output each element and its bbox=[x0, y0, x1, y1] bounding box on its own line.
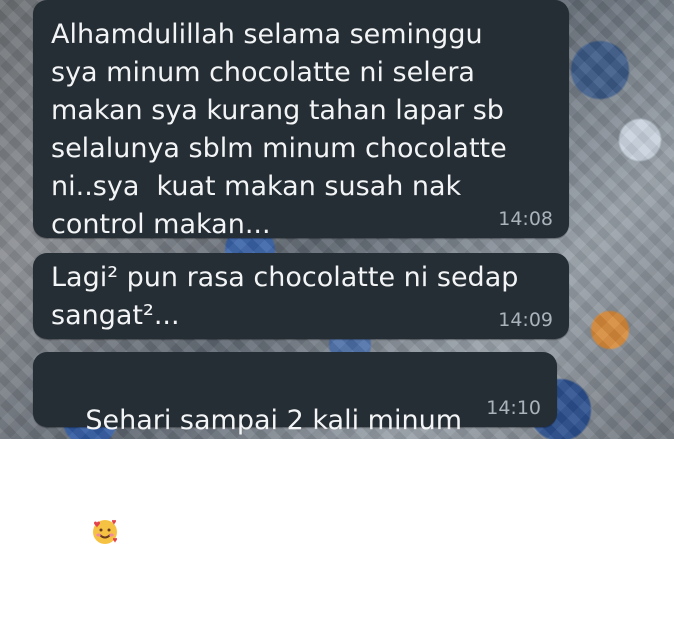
message-bubble-2[interactable]: Lagi² pun rasa chocolatte ni sedap sanga… bbox=[33, 253, 569, 339]
message-text-1: Alhamdulillah selama seminggu sya minum … bbox=[51, 19, 516, 240]
message-text-3-content: Sehari sampai 2 kali minum bbox=[85, 405, 462, 436]
smiling-face-with-hearts-icon bbox=[89, 440, 121, 544]
message-bubble-1[interactable]: Alhamdulillah selama seminggu sya minum … bbox=[33, 0, 569, 240]
message-time-1: 14:08 bbox=[498, 208, 553, 230]
message-time-3: 14:10 bbox=[486, 397, 541, 419]
message-text-3: Sehari sampai 2 kali minum bbox=[51, 364, 479, 629]
message-text-2: Lagi² pun rasa chocolatte ni sedap sanga… bbox=[51, 262, 527, 331]
message-time-2: 14:09 bbox=[498, 309, 553, 331]
message-bubble-3[interactable]: Sehari sampai 2 kali minum 14:10 bbox=[33, 352, 557, 544]
